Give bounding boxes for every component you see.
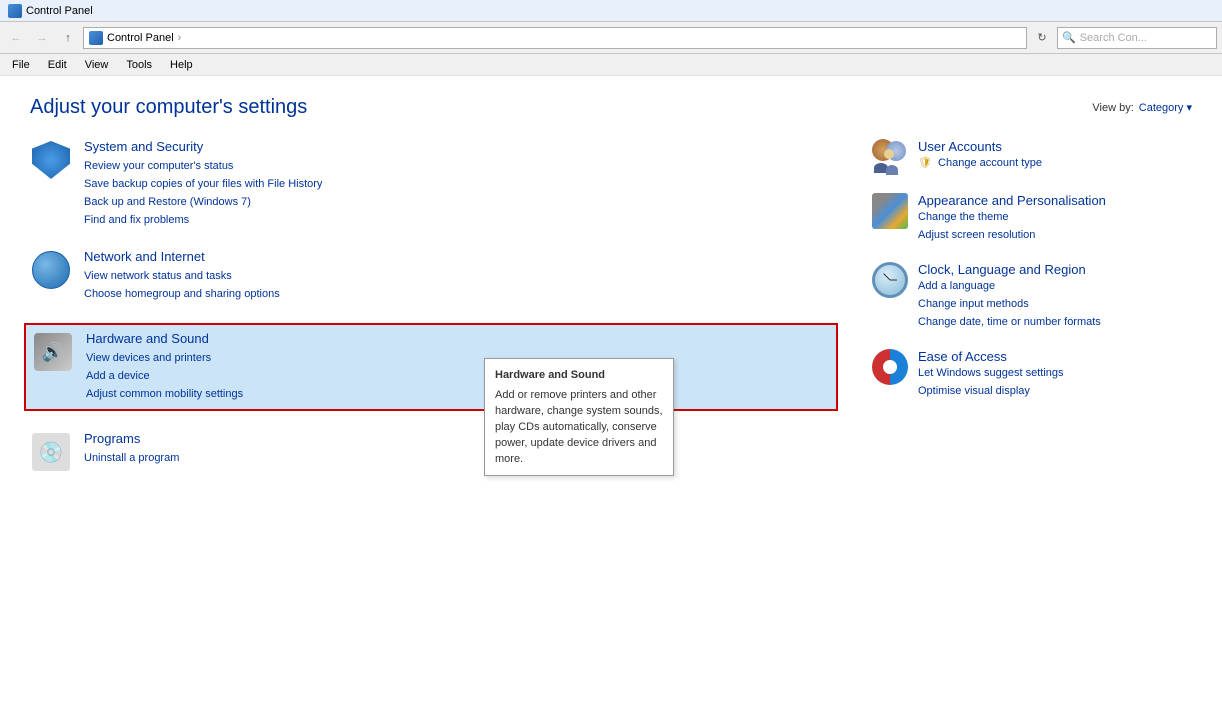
programs-title[interactable]: Programs (84, 431, 140, 446)
hardware-sound-link-2[interactable]: Adjust common mobility settings (86, 385, 830, 403)
system-security-link-2[interactable]: Back up and Restore (Windows 7) (84, 193, 832, 211)
appearance-content: Appearance and Personalisation Change th… (918, 193, 1106, 244)
left-column: System and Security Review your computer… (30, 139, 832, 493)
clock-title[interactable]: Clock, Language and Region (918, 262, 1086, 277)
menu-help[interactable]: Help (162, 57, 201, 73)
ease-of-access-icon (872, 349, 908, 385)
system-security-link-1[interactable]: Save backup copies of your files with Fi… (84, 175, 832, 193)
user-accounts-content: User Accounts 🛡 Change account type (918, 139, 1042, 172)
menu-view[interactable]: View (77, 57, 117, 73)
network-internet-link-1[interactable]: Choose homegroup and sharing options (84, 285, 832, 303)
view-by: View by: Category ▾ (1092, 101, 1192, 114)
up-button[interactable]: ↑ (57, 27, 79, 49)
category-network-internet: Network and Internet View network status… (30, 249, 832, 303)
system-security-content: System and Security Review your computer… (84, 139, 832, 229)
back-button[interactable]: ← (5, 27, 27, 49)
ease-of-access-content: Ease of Access Let Windows suggest setti… (918, 349, 1064, 400)
search-placeholder: Search Con... (1080, 32, 1147, 44)
clock-icon (872, 262, 908, 298)
programs-content: Programs Uninstall a program (84, 431, 832, 467)
hardware-sound-tooltip: Hardware and Sound Add or remove printer… (484, 358, 674, 476)
menu-tools[interactable]: Tools (118, 57, 160, 73)
disc-icon: 💿 (32, 433, 70, 471)
ease-of-access-links: Let Windows suggest settings Optimise vi… (918, 364, 1064, 400)
address-bar: ← → ↑ Control Panel › ↻ 🔍 Search Con... (0, 22, 1222, 54)
title-bar-icon (8, 4, 22, 18)
right-clock: Clock, Language and Region Add a languag… (872, 262, 1192, 331)
system-security-link-0[interactable]: Review your computer's status (84, 157, 832, 175)
user-accounts-title[interactable]: User Accounts (918, 139, 1002, 154)
title-bar: Control Panel (0, 0, 1222, 22)
menu-file[interactable]: File (4, 57, 38, 73)
appearance-title[interactable]: Appearance and Personalisation (918, 193, 1106, 208)
hardware-sound-links: View devices and printers Add a device A… (86, 349, 830, 403)
breadcrumb-separator: › (178, 32, 182, 44)
user-accounts-links: 🛡 Change account type (918, 154, 1042, 172)
system-security-title[interactable]: System and Security (84, 139, 203, 154)
shield-icon (32, 141, 70, 179)
ease-of-access-link-0[interactable]: Let Windows suggest settings (918, 364, 1064, 382)
right-appearance: Appearance and Personalisation Change th… (872, 193, 1192, 244)
appearance-color-icon (872, 193, 908, 229)
tooltip-title: Hardware and Sound (495, 367, 663, 383)
appearance-link-0[interactable]: Change the theme (918, 208, 1106, 226)
address-input[interactable]: Control Panel › (83, 27, 1027, 49)
hardware-sound-icon (32, 331, 74, 373)
search-box[interactable]: 🔍 Search Con... (1057, 27, 1217, 49)
ease-of-access-title[interactable]: Ease of Access (918, 349, 1007, 364)
category-hardware-sound: Hardware and Sound View devices and prin… (24, 323, 838, 411)
search-icon: 🔍 (1062, 31, 1076, 44)
programs-icon: 💿 (30, 431, 72, 473)
hardware-sound-content: Hardware and Sound View devices and prin… (86, 331, 830, 403)
right-ease-of-access: Ease of Access Let Windows suggest setti… (872, 349, 1192, 400)
appearance-links: Change the theme Adjust screen resolutio… (918, 208, 1106, 244)
category-system-security: System and Security Review your computer… (30, 139, 832, 229)
network-internet-links: View network status and tasks Choose hom… (84, 267, 832, 303)
network-internet-icon (30, 249, 72, 291)
clock-content: Clock, Language and Region Add a languag… (918, 262, 1101, 331)
appearance-icon (872, 193, 908, 229)
page-header: Adjust your computer's settings View by:… (30, 96, 1192, 119)
right-user-accounts: User Accounts 🛡 Change account type (872, 139, 1192, 175)
clock-links: Add a language Change input methods Chan… (918, 277, 1101, 331)
ease-of-access-link-1[interactable]: Optimise visual display (918, 382, 1064, 400)
clock-link-0[interactable]: Add a language (918, 277, 1101, 295)
network-internet-title[interactable]: Network and Internet (84, 249, 205, 264)
user-accounts-link-shield[interactable]: 🛡 Change account type (918, 154, 1042, 172)
clock-link-1[interactable]: Change input methods (918, 295, 1101, 313)
system-security-links: Review your computer's status Save backu… (84, 157, 832, 229)
view-by-dropdown[interactable]: Category ▾ (1139, 101, 1192, 114)
clock-link-2[interactable]: Change date, time or number formats (918, 313, 1101, 331)
breadcrumb-path: Control Panel (107, 32, 174, 44)
globe-icon (32, 251, 70, 289)
page-title: Adjust your computer's settings (30, 96, 307, 119)
hardware-sound-link-0[interactable]: View devices and printers (86, 349, 830, 367)
network-internet-content: Network and Internet View network status… (84, 249, 832, 303)
refresh-button[interactable]: ↻ (1031, 27, 1053, 49)
right-column: User Accounts 🛡 Change account type Appe… (872, 139, 1192, 493)
hardware-sound-title[interactable]: Hardware and Sound (86, 331, 209, 346)
view-by-label: View by: (1092, 102, 1133, 114)
menu-edit[interactable]: Edit (40, 57, 75, 73)
system-security-icon (30, 139, 72, 181)
title-bar-text: Control Panel (26, 5, 93, 17)
user-accounts-icon (872, 139, 908, 175)
category-programs: 💿 Programs Uninstall a program (30, 431, 832, 473)
tooltip-body: Add or remove printers and other hardwar… (495, 387, 663, 467)
forward-button[interactable]: → (31, 27, 53, 49)
programs-link-0[interactable]: Uninstall a program (84, 449, 832, 467)
menu-bar: File Edit View Tools Help (0, 54, 1222, 76)
shield-small-icon: 🛡 (918, 157, 932, 169)
system-security-link-3[interactable]: Find and fix problems (84, 211, 832, 229)
programs-links: Uninstall a program (84, 449, 832, 467)
appearance-link-1[interactable]: Adjust screen resolution (918, 226, 1106, 244)
hardware-icon (34, 333, 72, 371)
breadcrumb-icon (89, 31, 103, 45)
network-internet-link-0[interactable]: View network status and tasks (84, 267, 832, 285)
hardware-sound-link-1[interactable]: Add a device (86, 367, 830, 385)
